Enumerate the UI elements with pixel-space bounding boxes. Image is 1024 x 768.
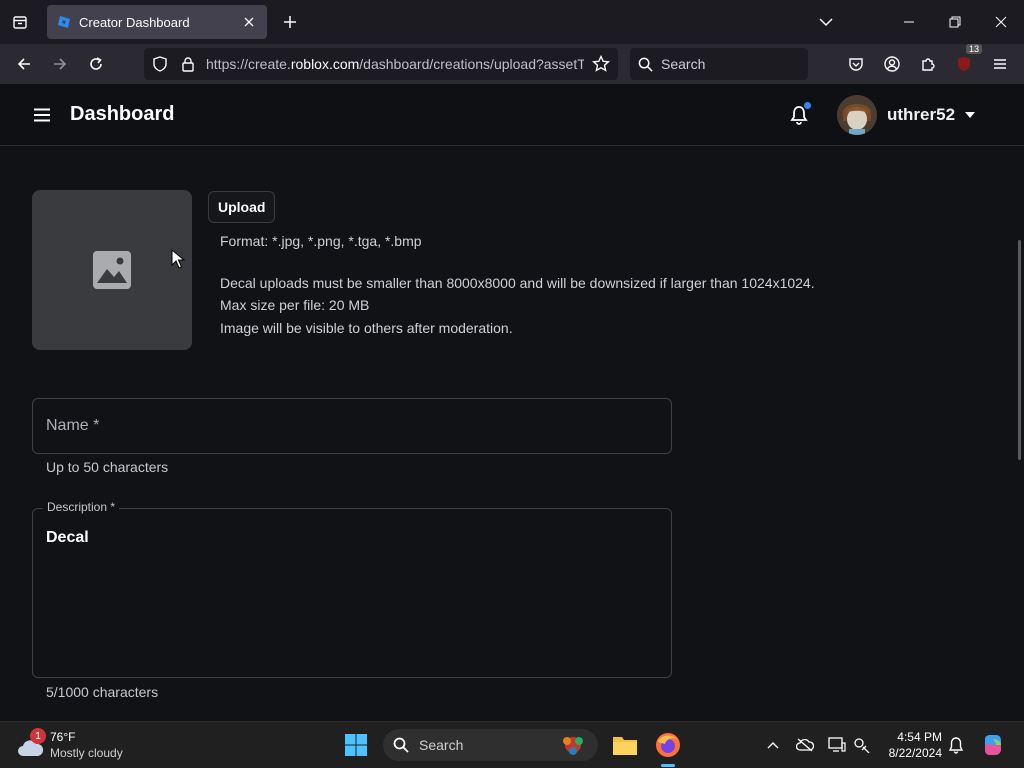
search-icon <box>638 57 653 72</box>
minimize-icon[interactable] <box>886 0 932 44</box>
extensions-icon[interactable] <box>914 50 942 78</box>
address-bar[interactable]: https://create.roblox.com/dashboard/crea… <box>144 48 618 80</box>
windows-start-icon[interactable] <box>344 733 368 757</box>
description-hint: 5/1000 characters <box>46 684 159 700</box>
size-limit-text: Decal uploads must be smaller than 8000x… <box>220 275 815 291</box>
tab-list-icon[interactable] <box>6 8 34 36</box>
browser-search-placeholder: Search <box>661 56 706 72</box>
ublock-icon[interactable]: 13 <box>950 44 982 78</box>
clock-date: 8/22/2024 <box>888 746 942 760</box>
list-all-tabs-icon[interactable] <box>814 10 838 34</box>
file-explorer-icon[interactable] <box>610 730 640 760</box>
notification-center-icon[interactable] <box>946 735 966 755</box>
account-icon[interactable] <box>878 50 906 78</box>
notifications-bell-icon[interactable] <box>786 102 812 128</box>
url-domain: roblox.com <box>290 56 360 72</box>
temperature: 76°F <box>50 730 76 744</box>
network-icon[interactable] <box>852 735 872 755</box>
taskbar-search-placeholder: Search <box>419 737 464 753</box>
taskbar: 1 76°F Mostly cloudy Search 4:54 PM 8/22… <box>0 721 1024 768</box>
avatar[interactable] <box>837 95 877 135</box>
name-field[interactable]: Name * <box>32 398 672 454</box>
weather-badge: 1 <box>30 728 46 744</box>
name-hint: Up to 50 characters <box>46 459 169 475</box>
menu-icon[interactable] <box>986 50 1014 78</box>
app-header: Dashboard uthrer52 <box>0 84 1024 146</box>
upload-form: Upload Format: *.jpg, *.png, *.tga, *.bm… <box>0 146 1024 721</box>
moderation-text: Image will be visible to others after mo… <box>220 320 513 336</box>
reload-icon[interactable] <box>82 50 110 78</box>
browser-tab[interactable]: Creator Dashboard <box>47 5 267 39</box>
format-text: Format: *.jpg, *.png, *.tga, *.bmp <box>220 233 422 249</box>
scrollbar-thumb[interactable] <box>1018 240 1021 460</box>
firefox-icon[interactable] <box>653 730 683 760</box>
shield-icon[interactable] <box>152 56 168 72</box>
url-text[interactable]: https://create.roblox.com/dashboard/crea… <box>206 56 584 72</box>
taskbar-search[interactable]: Search <box>383 729 598 761</box>
description-label: Description * <box>43 500 120 514</box>
extension-badge: 13 <box>965 44 982 54</box>
chevron-up-icon[interactable] <box>763 735 783 755</box>
bookmark-star-icon[interactable] <box>592 55 610 73</box>
description-field[interactable]: Description * Decal <box>32 500 672 678</box>
browser-search-bar[interactable]: Search <box>630 48 808 80</box>
image-placeholder-icon <box>93 251 131 289</box>
display-icon[interactable] <box>827 735 847 755</box>
onedrive-offline-icon[interactable] <box>795 735 815 755</box>
browser-nav-bar: https://create.roblox.com/dashboard/crea… <box>0 44 1024 84</box>
lock-icon[interactable] <box>180 56 196 72</box>
new-tab-icon[interactable] <box>278 8 302 36</box>
mouse-cursor-icon <box>171 249 185 269</box>
notification-dot <box>804 102 811 109</box>
roblox-favicon-icon <box>58 16 70 28</box>
hamburger-menu-icon[interactable] <box>30 104 54 126</box>
description-value[interactable]: Decal <box>46 529 89 547</box>
tab-title: Creator Dashboard <box>79 14 190 30</box>
active-app-indicator <box>661 764 675 767</box>
url-path: /dashboard/creations/upload?assetTy <box>359 56 584 72</box>
copilot-icon[interactable] <box>980 732 1006 758</box>
caret-down-icon[interactable] <box>962 106 978 124</box>
search-icon <box>393 737 409 753</box>
browser-tab-bar: Creator Dashboard <box>0 0 1024 44</box>
image-preview[interactable] <box>32 190 192 350</box>
tab-close-icon[interactable] <box>241 14 257 30</box>
weather-condition: Mostly cloudy <box>50 746 123 760</box>
weather-widget[interactable]: 1 76°F Mostly cloudy <box>14 728 144 764</box>
name-label: Name * <box>46 417 100 434</box>
back-icon[interactable] <box>10 50 38 78</box>
page-title: Dashboard <box>70 103 175 125</box>
close-window-icon[interactable] <box>978 0 1024 44</box>
search-highlight-icon <box>563 737 583 755</box>
pocket-icon[interactable] <box>842 50 870 78</box>
system-clock[interactable]: 4:54 PM 8/22/2024 <box>880 729 942 761</box>
restore-icon[interactable] <box>932 0 978 44</box>
url-prefix: https://create. <box>206 56 291 72</box>
upload-button[interactable]: Upload <box>208 191 276 223</box>
username[interactable]: uthrer52 <box>887 105 955 125</box>
clock-time: 4:54 PM <box>897 730 942 744</box>
forward-icon[interactable] <box>46 50 74 78</box>
max-size-text: Max size per file: 20 MB <box>220 297 370 313</box>
